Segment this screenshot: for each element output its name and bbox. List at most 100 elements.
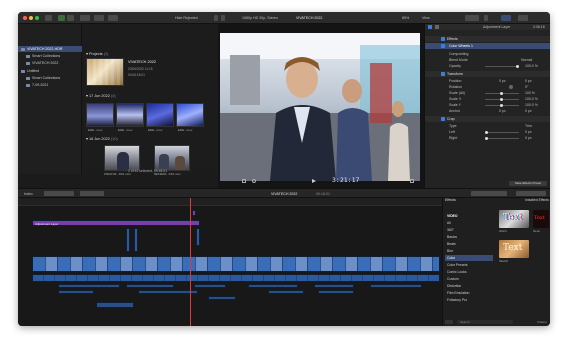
photos-audio-toggle-icon[interactable] [94,15,104,21]
timeline-project-name[interactable]: VIVATECH 2022 [271,192,297,196]
close-window-button[interactable] [23,16,27,20]
crop-section[interactable]: Crop [425,116,550,122]
view-dropdown[interactable]: View [422,16,430,20]
viewer-video-frame[interactable] [220,33,420,181]
edit-tools-group[interactable] [44,191,74,196]
audio-clip[interactable] [314,284,354,288]
library-item[interactable]: VIVATECH 2022-HDR [18,46,82,52]
library-item[interactable]: Smart Collections [26,53,60,59]
fullscreen-icon[interactable] [410,179,414,183]
transform-icon[interactable] [242,179,246,183]
scale-all-slider[interactable] [485,91,519,95]
crop-right-row[interactable]: Right 0 px [425,135,550,141]
crop-slider-knob[interactable] [485,136,488,140]
connected-clip[interactable] [126,228,130,252]
crop-right-slider[interactable] [485,136,519,140]
fx-category[interactable]: 360° [445,227,493,233]
timeline-panel-toggle-icon[interactable] [501,15,511,21]
audio-clip[interactable] [58,290,94,294]
browser-panel-toggle-icon[interactable] [484,15,488,21]
enhance-icon[interactable] [252,179,256,183]
fx-category-video[interactable]: VIDEO [445,213,493,219]
clip-thumbnail[interactable] [104,145,140,171]
library-item[interactable]: 7-09-2021 [26,82,48,88]
audio-clip[interactable] [208,296,236,300]
fx-category[interactable]: Film Emulation [445,290,493,296]
fx-category[interactable]: Distortion [445,283,493,289]
anchor-y-value[interactable]: 0 px [525,108,532,114]
scale-slider-knob[interactable] [500,103,503,107]
audio-clip[interactable] [58,284,120,288]
date-group-header[interactable]: ▾ 17 Jun 2022 (4) [86,93,116,98]
opacity-slider-knob[interactable] [516,64,519,68]
settings-icon[interactable] [221,15,225,21]
opacity-row[interactable]: Opacity 100.0 % [425,63,550,69]
fx-category[interactable]: Basics [445,234,493,240]
date-group-header[interactable]: ▾ 16 Jun 2022 (10) [86,136,118,141]
import-media-icon[interactable] [45,15,52,21]
fx-category[interactable]: Comic Looks [445,269,493,275]
audio-clip[interactable] [318,290,354,294]
fx-tile-glitch[interactable]: Text [499,210,529,228]
clip-thumbnail[interactable] [146,103,174,127]
audio-clip[interactable] [370,284,422,288]
play-icon[interactable] [312,179,316,183]
playhead[interactable] [190,198,191,326]
connected-clip[interactable] [134,228,138,252]
fx-category-selected[interactable]: Color [445,255,493,261]
audio-clip[interactable] [268,290,304,294]
project-thumbnail[interactable] [86,58,124,86]
fx-search-input[interactable]: Search [457,320,513,324]
background-tasks-icon[interactable] [67,15,74,21]
fx-preview-toggle[interactable] [445,320,453,324]
audio-clip[interactable] [126,284,174,288]
opacity-value[interactable]: 100.0 % [525,63,538,69]
color-wheels-effect[interactable]: Color Wheels 1 [425,43,550,49]
color-wheels-checkbox[interactable] [441,44,445,48]
fx-category[interactable]: Custom [445,276,493,282]
fx-category[interactable]: Color Presets [445,262,493,268]
primary-storyline[interactable] [32,256,440,272]
fx-category[interactable]: Blur [445,248,493,254]
timeline[interactable]: Adjustment Layer [18,198,442,326]
transform-section[interactable]: Transform [425,71,550,77]
clip-thumbnail[interactable] [176,103,204,127]
titles-generators-toggle-icon[interactable] [108,15,118,21]
opacity-slider[interactable] [485,64,519,68]
clip-thumbnail[interactable] [154,145,190,171]
libraries-toggle-icon[interactable] [80,15,90,21]
transform-enable-checkbox[interactable] [441,72,445,76]
connected-clip[interactable] [196,228,200,246]
fx-tile-neon[interactable]: Text [533,210,549,228]
clip-tools-group[interactable] [80,191,104,196]
audio-clip[interactable] [138,290,198,294]
keyword-icon[interactable] [58,15,65,21]
fx-tile-sketch[interactable]: Text [499,240,529,258]
library-item[interactable]: Smart Collections [26,75,60,81]
fx-category[interactable]: Fxfactory Pro [445,297,493,303]
library-item[interactable]: VIVATECH 2022 [26,60,58,66]
audio-clip[interactable] [194,284,226,288]
audio-clip[interactable] [248,284,298,288]
crop-enable-checkbox[interactable] [441,117,445,121]
rotation-dial-icon[interactable] [509,85,513,89]
adjustment-layer-clip[interactable]: Adjustment Layer [32,220,200,226]
timeline-ruler[interactable] [18,198,442,206]
scale-slider-knob[interactable] [500,91,503,95]
scale-y-slider[interactable] [485,103,519,107]
clip-thumbnail[interactable] [86,103,114,127]
fx-category[interactable]: All [445,220,493,226]
anchor-x-value[interactable]: 0 px [499,108,506,114]
effects-section[interactable]: Effects [425,36,550,42]
audio-clip[interactable] [96,302,134,308]
minimize-window-button[interactable] [29,16,33,20]
effects-browser-toggle[interactable] [516,191,546,196]
video-inspector-icon[interactable] [428,25,432,29]
projects-header[interactable]: ▾ Projects (1) [86,51,108,56]
audio-lane[interactable] [32,274,440,282]
index-button[interactable]: Index [24,192,33,196]
save-effects-preset-button[interactable]: Save Effects Preset [509,181,547,186]
scale-slider-knob[interactable] [500,97,503,101]
zoom-window-button[interactable] [35,16,39,20]
clip-appearance-icon[interactable] [214,15,218,21]
